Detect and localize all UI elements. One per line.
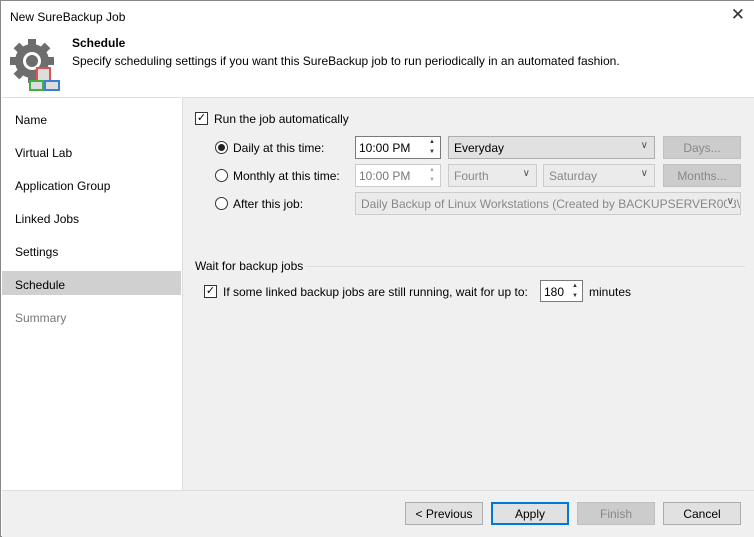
step-summary: Summary [15,311,67,325]
step-application-group[interactable]: Application Group [2,172,181,196]
monthly-time-input: 10:00 PM ▲ ▼ [355,164,441,187]
chevron-down-icon: ∨ [640,140,648,151]
daily-time-spinner[interactable]: ▲ ▼ [424,137,440,158]
run-automatically-checkbox[interactable]: ✓ [195,112,208,125]
wizard-header: Schedule Specify scheduling settings if … [1,31,754,97]
schedule-panel: ✓ Run the job automatically Daily at thi… [182,97,754,490]
after-job-label: After this job: [233,197,304,211]
monthly-time-value: 10:00 PM [359,169,411,183]
monthly-day-select: Saturday ∨ [543,164,655,187]
minutes-label: minutes [589,285,632,299]
monthly-time-spinner: ▲ ▼ [429,167,435,183]
wizard-footer: < Previous Apply Finish Cancel [2,490,754,537]
daily-time-input[interactable]: 10:00 PM ▲ ▼ [355,136,441,159]
title-bar: New SureBackup Job ✕ [1,1,754,31]
after-job-select: Daily Backup of Linux Workstations (Crea… [355,192,741,215]
after-job-radio[interactable] [215,197,228,210]
after-job-value: Daily Backup of Linux Workstations (Crea… [361,197,741,211]
days-button: Days... [663,136,741,159]
step-linked-jobs[interactable]: Linked Jobs [2,205,181,229]
step-title: Schedule [72,36,126,50]
wait-checkbox[interactable]: ✓ [204,285,217,298]
daily-option-select[interactable]: Everyday ∨ [448,136,655,159]
finish-button: Finish [577,502,655,525]
section-divider [305,266,745,267]
schedule-gear-icon [10,39,60,91]
previous-button[interactable]: < Previous [405,502,483,525]
chevron-down-icon: ∨ [726,196,734,207]
months-button: Months... [663,164,741,187]
step-description: Specify scheduling settings if you want … [72,54,620,68]
monthly-label: Monthly at this time: [233,169,340,183]
daily-option-value: Everyday [454,141,505,155]
monthly-radio[interactable] [215,169,228,182]
run-automatically-label: Run the job automatically [214,112,349,126]
daily-time-value: 10:00 PM [359,141,411,155]
chevron-down-icon: ∨ [522,168,530,179]
step-virtual-lab[interactable]: Virtual Lab [2,139,181,163]
chevron-down-icon: ∨ [640,168,648,179]
wait-minutes-input[interactable]: 180 ▲ ▼ [540,280,583,302]
wait-label: If some linked backup jobs are still run… [223,285,528,299]
close-icon[interactable]: ✕ [731,5,745,25]
wait-minutes-value: 180 [544,285,565,299]
daily-label: Daily at this time: [233,141,325,155]
window-title: New SureBackup Job [10,10,126,24]
wait-section-title: Wait for backup jobs [195,259,304,273]
monthly-week-select: Fourth ∨ [448,164,537,187]
step-name[interactable]: Name [2,106,181,130]
dialog-window: New SureBackup Job ✕ Schedule Specify sc… [0,0,754,537]
apply-button[interactable]: Apply [491,502,569,525]
cancel-button[interactable]: Cancel [663,502,741,525]
wait-minutes-spinner[interactable]: ▲ ▼ [568,281,582,302]
step-schedule[interactable]: Schedule [2,271,181,295]
monthly-week-value: Fourth [454,169,489,183]
step-settings[interactable]: Settings [2,238,181,262]
monthly-day-value: Saturday [549,169,598,183]
daily-radio[interactable] [215,141,228,154]
wizard-steps: Name Virtual Lab Application Group Linke… [2,97,181,490]
